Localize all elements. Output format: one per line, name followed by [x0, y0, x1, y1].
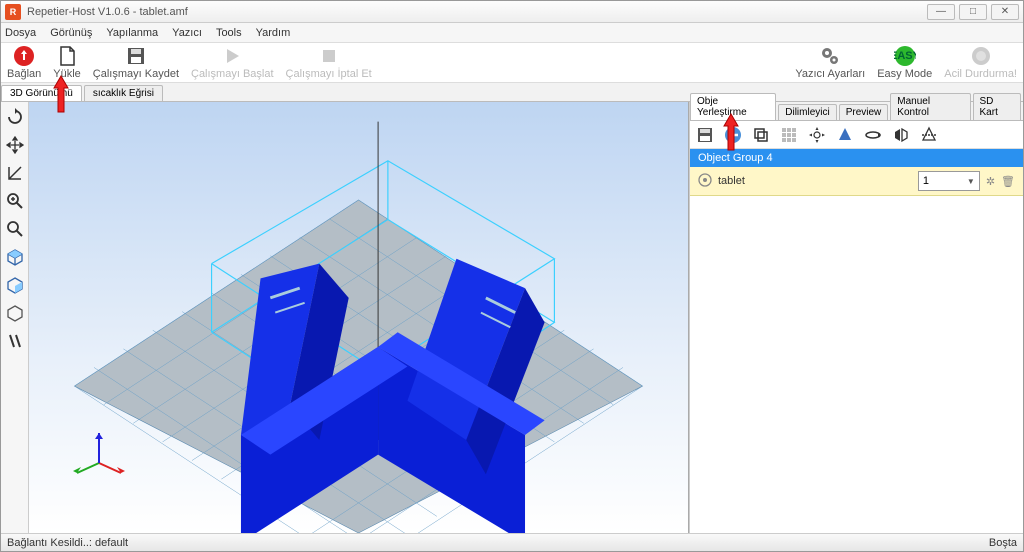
- window-title: Repetier-Host V1.0.6 - tablet.amf: [27, 6, 188, 18]
- cancel-job-label: Çalışmayı İptal Et: [286, 68, 372, 80]
- right-panel-tabs: Obje Yerleştirme Dilimleyici Preview Man…: [690, 102, 1023, 121]
- 3d-viewport[interactable]: [29, 102, 689, 533]
- move-axis-tool[interactable]: [4, 162, 26, 184]
- connect-label: Bağlan: [7, 68, 41, 80]
- menu-config[interactable]: Yapılanma: [106, 27, 158, 39]
- tab-3d-view[interactable]: 3D Görünümü: [1, 85, 82, 101]
- document-icon: [55, 45, 79, 67]
- menu-bar: Dosya Görünüş Yapılanma Yazıcı Tools Yar…: [1, 23, 1023, 43]
- object-icon: [698, 173, 712, 190]
- copy-object-button[interactable]: [750, 124, 772, 146]
- menu-help[interactable]: Yardım: [256, 27, 291, 39]
- easy-mode-label: Easy Mode: [877, 68, 932, 80]
- save-plate-button[interactable]: [694, 124, 716, 146]
- front-view-tool[interactable]: [4, 274, 26, 296]
- stop-square-icon: [317, 45, 341, 67]
- iso-view-tool[interactable]: [4, 246, 26, 268]
- parallel-tool[interactable]: [4, 330, 26, 352]
- printer-settings-button[interactable]: Yazıcı Ayarları: [795, 45, 865, 80]
- copies-select[interactable]: 1 ▼: [918, 171, 980, 191]
- object-toolbar: [690, 121, 1023, 149]
- object-group-header[interactable]: Object Group 4: [690, 149, 1023, 167]
- tab-preview[interactable]: Preview: [839, 104, 889, 120]
- object-name: tablet: [718, 175, 912, 187]
- maximize-button[interactable]: □: [959, 4, 987, 20]
- save-job-button[interactable]: Çalışmayı Kaydet: [93, 45, 179, 80]
- start-job-label: Çalışmayı Başlat: [191, 68, 274, 80]
- top-view-tool[interactable]: [4, 302, 26, 324]
- object-delete-icon[interactable]: 🗑: [1001, 175, 1015, 188]
- menu-file[interactable]: Dosya: [5, 27, 36, 39]
- minimize-button[interactable]: —: [927, 4, 955, 20]
- right-panel: Obje Yerleştirme Dilimleyici Preview Man…: [689, 102, 1023, 533]
- tab-temperature[interactable]: sıcaklık Eğrisi: [84, 85, 163, 101]
- status-bar: Bağlantı Kesildi..: default Boşta: [1, 533, 1023, 551]
- fit-tool[interactable]: [4, 218, 26, 240]
- load-button[interactable]: Yükle: [53, 45, 81, 80]
- object-row[interactable]: tablet 1 ▼ ✲ 🗑: [690, 167, 1023, 196]
- printer-settings-label: Yazıcı Ayarları: [795, 68, 865, 80]
- tab-sd-card[interactable]: SD Kart: [973, 93, 1021, 120]
- viewport-tabs: 3D Görünümü sıcaklık Eğrisi: [1, 83, 1023, 102]
- left-tool-strip: [1, 102, 29, 533]
- start-job-button[interactable]: Çalışmayı Başlat: [191, 45, 274, 80]
- menu-printer[interactable]: Yazıcı: [172, 27, 202, 39]
- floppy-icon: [124, 45, 148, 67]
- plug-icon: [12, 45, 36, 67]
- status-state: Boşta: [989, 537, 1017, 549]
- load-label: Yükle: [53, 68, 81, 80]
- app-icon: R: [5, 4, 21, 20]
- main-area: Obje Yerleştirme Dilimleyici Preview Man…: [1, 102, 1023, 533]
- close-button[interactable]: ✕: [991, 4, 1019, 20]
- arrange-button[interactable]: [778, 124, 800, 146]
- scale-button[interactable]: [834, 124, 856, 146]
- svg-text:EASY: EASY: [894, 50, 916, 62]
- center-button[interactable]: [806, 124, 828, 146]
- refresh-tool[interactable]: [4, 106, 26, 128]
- save-job-label: Çalışmayı Kaydet: [93, 68, 179, 80]
- easy-mode-button[interactable]: EASY Easy Mode: [877, 45, 932, 80]
- mirror-button[interactable]: [890, 124, 912, 146]
- menu-tools[interactable]: Tools: [216, 27, 242, 39]
- tab-object-placement[interactable]: Obje Yerleştirme: [690, 93, 776, 120]
- main-toolbar: Bağlan Yükle Çalışmayı Kaydet Çalışmayı …: [1, 43, 1023, 83]
- zoom-tool[interactable]: [4, 190, 26, 212]
- window-titlebar: R Repetier-Host V1.0.6 - tablet.amf — □ …: [1, 1, 1023, 23]
- connect-button[interactable]: Bağlan: [7, 45, 41, 80]
- object-settings-icon[interactable]: ✲: [986, 175, 995, 188]
- copies-value: 1: [923, 175, 929, 187]
- cut-button[interactable]: [918, 124, 940, 146]
- tab-slicer[interactable]: Dilimleyici: [778, 104, 836, 120]
- move-tool[interactable]: [4, 134, 26, 156]
- emergency-stop-button[interactable]: Acil Durdurma!: [944, 45, 1017, 80]
- play-icon: [220, 45, 244, 67]
- viewport-container: [29, 102, 689, 533]
- add-object-button[interactable]: [722, 124, 744, 146]
- easy-icon: EASY: [893, 45, 917, 67]
- axis-gizmo: [69, 423, 129, 483]
- emergency-stop-label: Acil Durdurma!: [944, 68, 1017, 80]
- gears-icon: [818, 45, 842, 67]
- emergency-stop-icon: [969, 45, 993, 67]
- cancel-job-button[interactable]: Çalışmayı İptal Et: [286, 45, 372, 80]
- status-connection: Bağlantı Kesildi..: default: [7, 537, 128, 549]
- chevron-down-icon: ▼: [967, 177, 975, 186]
- menu-view[interactable]: Görünüş: [50, 27, 92, 39]
- rotate-button[interactable]: [862, 124, 884, 146]
- tab-manual-control[interactable]: Manuel Kontrol: [890, 93, 970, 120]
